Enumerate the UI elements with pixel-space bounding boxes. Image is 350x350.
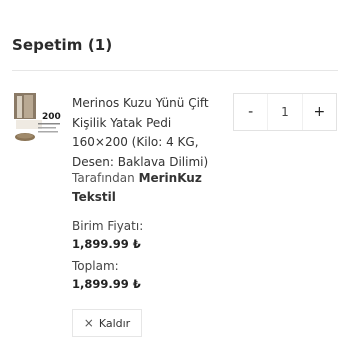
total-price: 1,899.99 ₺ — [72, 277, 141, 291]
unit-price: 1,899.99 ₺ — [72, 237, 141, 251]
remove-button[interactable]: × Kaldır — [72, 309, 142, 337]
remove-label: Kaldır — [98, 316, 131, 330]
divider — [12, 70, 338, 71]
thumbnail-size-text: 200 — [42, 112, 61, 122]
increment-button[interactable]: + — [303, 94, 336, 130]
unit-price-label: Birim Fiyatı: — [72, 219, 144, 233]
total-label: Toplam: — [72, 259, 119, 273]
product-name[interactable]: Merinos Kuzu Yünü Çift Kişilik Yatak Ped… — [72, 94, 228, 172]
cart-title: Sepetim (1) — [12, 36, 113, 54]
seller-prefix: Tarafından — [72, 171, 135, 185]
product-thumbnail[interactable]: 200 — [13, 92, 63, 144]
quantity-value[interactable]: 1 — [267, 94, 303, 130]
decrement-button[interactable]: - — [234, 94, 267, 130]
seller-info: Tarafından MerinKuz Tekstil — [72, 169, 222, 207]
close-icon: × — [83, 316, 94, 330]
quantity-stepper: - 1 + — [233, 93, 337, 131]
